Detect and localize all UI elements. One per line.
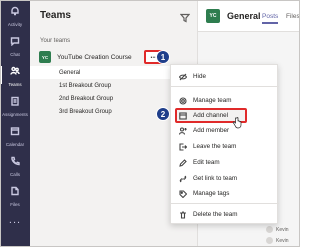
channel-label: General	[59, 69, 81, 76]
hand-cursor-icon	[232, 116, 242, 129]
message-row: Kevin	[266, 226, 289, 233]
menu-label: Manage team	[193, 97, 232, 104]
eye-slash-icon	[178, 73, 188, 81]
menu-item-hide[interactable]: Hide	[171, 69, 279, 84]
rail-label: Teams	[8, 82, 22, 87]
teams-icon	[10, 63, 20, 81]
rail-files[interactable]: Files	[0, 180, 30, 210]
avatar	[266, 237, 273, 244]
menu-item-delete-team[interactable]: Delete the team	[171, 207, 279, 222]
calendar-icon	[10, 123, 20, 141]
message-row: Kevin	[266, 237, 289, 244]
rail-label: Calls	[9, 172, 20, 177]
team-name: YouTube Creation Course	[57, 53, 132, 61]
menu-item-manage-tags[interactable]: Manage tags	[171, 186, 279, 201]
menu-label: Delete the team	[193, 211, 238, 218]
channel-avatar: YC	[206, 9, 220, 23]
channel-label: 3rd Breakout Group	[59, 108, 112, 115]
menu-item-get-link[interactable]: Get link to team	[171, 171, 279, 186]
channel-title: General	[227, 11, 261, 21]
channel-header: YC General Posts Files	[198, 0, 300, 32]
chat-icon	[10, 33, 20, 51]
channel-label: 2nd Breakout Group	[59, 95, 114, 102]
bell-icon	[10, 3, 20, 21]
rail-label: Activity	[7, 22, 23, 27]
tab-posts[interactable]: Posts	[262, 13, 279, 24]
message-author: Kevin	[276, 226, 289, 233]
rail-label: Chat	[10, 52, 20, 57]
files-icon	[10, 183, 20, 201]
rail-activity[interactable]: Activity	[0, 0, 30, 30]
rail-calls[interactable]: Calls	[0, 150, 30, 180]
channel-label: 1st Breakout Group	[59, 82, 112, 89]
panel-title: Teams	[40, 10, 71, 21]
team-avatar: YC	[39, 51, 51, 63]
avatar	[266, 226, 273, 233]
rail-label: Assignments	[2, 112, 28, 117]
trash-icon	[179, 210, 187, 219]
menu-item-manage-team[interactable]: Manage team	[171, 93, 279, 108]
menu-label: Add channel	[193, 112, 229, 119]
menu-label: Get link to team	[193, 175, 238, 182]
team-context-menu: Hide Manage team Add channel Add member …	[170, 64, 279, 224]
menu-label: Edit team	[193, 159, 220, 166]
menu-item-leave-team[interactable]: Leave the team	[171, 139, 279, 154]
menu-divider	[171, 203, 279, 204]
menu-item-add-member[interactable]: Add member	[171, 123, 279, 138]
phone-icon	[10, 153, 20, 171]
tab-files[interactable]: Files	[286, 13, 300, 20]
rail-label: Files	[10, 202, 20, 207]
rail-chat[interactable]: Chat	[0, 30, 30, 60]
app-rail: Activity Chat Teams Assignments Calendar…	[0, 0, 30, 247]
leave-icon	[179, 142, 188, 151]
menu-label: Hide	[193, 73, 206, 80]
rail-teams[interactable]: Teams	[0, 60, 30, 90]
section-label: Your teams	[40, 38, 71, 44]
menu-label: Manage tags	[193, 190, 230, 197]
step-badge-2: 2	[156, 107, 170, 121]
add-person-icon	[178, 126, 187, 135]
filter-icon[interactable]	[179, 10, 191, 23]
rail-calendar[interactable]: Calendar	[0, 120, 30, 150]
step-badge-1: 1	[156, 50, 170, 64]
rail-assignments[interactable]: Assignments	[0, 90, 30, 120]
link-icon	[179, 175, 187, 183]
gear-icon	[179, 96, 187, 105]
add-channel-icon	[179, 111, 187, 120]
menu-divider	[171, 86, 279, 87]
menu-label: Add member	[193, 127, 230, 134]
message-author: Kevin	[276, 237, 289, 244]
tag-icon	[179, 189, 188, 198]
menu-item-edit-team[interactable]: Edit team	[171, 155, 279, 170]
assignments-icon	[10, 93, 20, 111]
more-apps-button[interactable]: ...	[9, 214, 21, 226]
rail-label: Calendar	[5, 142, 25, 147]
pencil-icon	[179, 158, 187, 167]
menu-label: Leave the team	[193, 143, 237, 150]
